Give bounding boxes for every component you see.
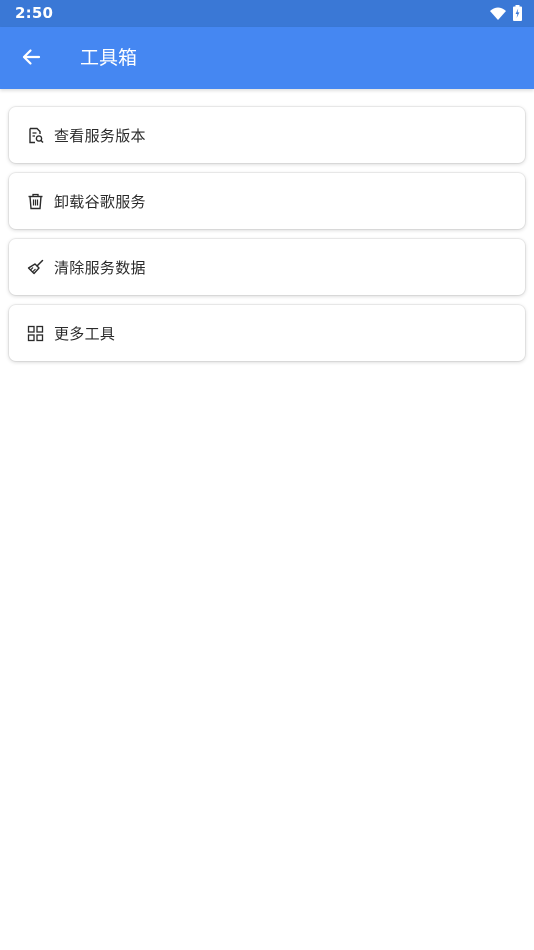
menu-item-label: 卸载谷歌服务 [54, 192, 146, 211]
menu-item-label: 更多工具 [54, 324, 116, 343]
tool-list: 查看服务版本 卸载谷歌服务 清除服务数据 更多工具 [9, 107, 525, 371]
menu-item-view-service-version[interactable]: 查看服务版本 [9, 107, 525, 163]
status-time: 2:50 [15, 4, 54, 22]
app-bar: 工具箱 [0, 27, 534, 89]
status-icons [490, 5, 522, 25]
status-bar: 2:50 [0, 0, 534, 27]
menu-item-more-tools[interactable]: 更多工具 [9, 305, 525, 361]
trash-icon [26, 192, 44, 210]
battery-charging-icon [513, 5, 522, 25]
back-button[interactable] [16, 44, 46, 74]
menu-item-clear-service-data[interactable]: 清除服务数据 [9, 239, 525, 295]
page-title: 工具箱 [80, 47, 138, 69]
broom-icon [26, 258, 44, 276]
menu-item-label: 查看服务版本 [54, 126, 146, 145]
wifi-icon [490, 6, 506, 25]
document-search-icon [26, 126, 44, 144]
arrow-left-icon [21, 47, 41, 71]
grid-icon [26, 324, 44, 342]
menu-item-label: 清除服务数据 [54, 258, 146, 277]
menu-item-uninstall-google-services[interactable]: 卸载谷歌服务 [9, 173, 525, 229]
